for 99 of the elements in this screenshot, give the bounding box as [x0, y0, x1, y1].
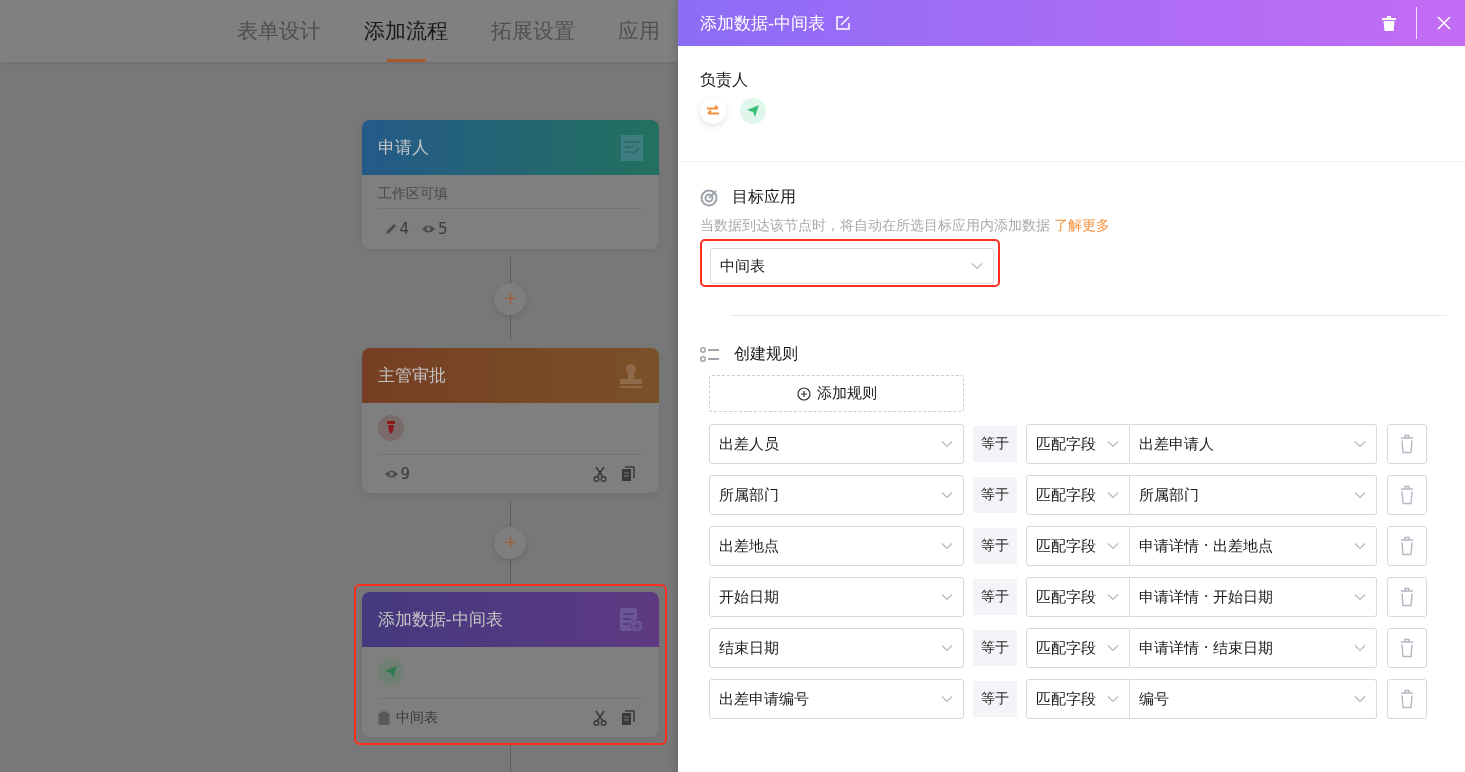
trash-icon[interactable]	[1382, 15, 1396, 31]
field-select[interactable]: 开始日期	[709, 577, 964, 617]
edit-icon[interactable]	[835, 15, 852, 31]
chevron-down-icon	[1354, 440, 1366, 448]
value-select[interactable]: 申请详情 · 出差地点	[1130, 526, 1377, 566]
chevron-down-icon	[1107, 695, 1119, 703]
operator-label: 等于	[973, 477, 1017, 513]
flow-node-card[interactable]: 主管审批 9	[361, 348, 659, 493]
eye-icon	[383, 469, 399, 479]
operator-label: 等于	[973, 426, 1017, 462]
trash-icon	[1400, 434, 1414, 454]
node-title: 主管审批	[377, 364, 446, 387]
value-select[interactable]: 申请详情 · 开始日期	[1130, 577, 1377, 617]
add-node-button[interactable]	[494, 282, 526, 315]
delete-rule-button[interactable]	[1387, 526, 1427, 566]
tie-icon	[385, 421, 396, 435]
chevron-down-icon	[941, 440, 953, 448]
target-table: 中间表	[395, 709, 438, 727]
field-select[interactable]: 结束日期	[709, 628, 964, 668]
trash-icon	[1400, 587, 1414, 607]
list-icon	[700, 346, 720, 363]
value-select[interactable]: 申请详情 · 结束日期	[1130, 628, 1377, 668]
plus-circle-icon	[796, 386, 811, 401]
chevron-down-icon	[1107, 440, 1119, 448]
section-heading: 目标应用	[732, 187, 796, 208]
match-type-select[interactable]: 匹配字段	[1026, 679, 1130, 719]
target-app-select[interactable]: 中间表	[710, 248, 994, 284]
owner-avatar[interactable]	[700, 98, 726, 124]
owner-avatar[interactable]	[740, 98, 766, 124]
match-type-select[interactable]: 匹配字段	[1026, 475, 1130, 515]
section-description: 当数据到达该节点时，将自动在所选目标应用内添加数据	[700, 217, 1050, 233]
add-rule-button[interactable]: 添加规则	[709, 375, 964, 412]
chevron-down-icon	[941, 542, 953, 550]
operator-label: 等于	[973, 630, 1017, 666]
view-count: 5	[438, 220, 448, 238]
delete-rule-button[interactable]	[1387, 424, 1427, 464]
delete-rule-button[interactable]	[1387, 628, 1427, 668]
match-type-select[interactable]: 匹配字段	[1026, 577, 1130, 617]
value-select[interactable]: 所属部门	[1130, 475, 1377, 515]
copy-icon[interactable]	[620, 710, 635, 726]
eye-icon	[421, 224, 437, 234]
add-node-button[interactable]	[494, 526, 526, 559]
form-icon	[620, 134, 643, 161]
copy-icon[interactable]	[620, 466, 635, 482]
field-select[interactable]: 所属部门	[709, 475, 964, 515]
chevron-down-icon	[941, 695, 953, 703]
plus-icon	[504, 537, 516, 548]
chevron-down-icon	[941, 491, 953, 499]
delete-rule-button[interactable]	[1387, 679, 1427, 719]
chevron-down-icon	[1107, 593, 1119, 601]
node-title: 申请人	[377, 136, 429, 159]
target-icon	[700, 188, 718, 207]
chevron-down-icon	[971, 262, 983, 270]
flow-node-card[interactable]: 添加数据-中间表 中间表	[361, 592, 659, 737]
chevron-down-icon	[941, 593, 953, 601]
operator-label: 等于	[973, 528, 1017, 564]
tab[interactable]: 添加流程	[364, 0, 448, 62]
operator-label: 等于	[973, 681, 1017, 717]
trash-icon	[1400, 689, 1414, 709]
close-icon[interactable]	[1437, 16, 1451, 30]
paper-plane-icon	[746, 104, 760, 118]
view-count: 9	[400, 465, 411, 483]
trash-icon	[1400, 638, 1414, 658]
chevron-down-icon	[1107, 491, 1119, 499]
value-select[interactable]: 编号	[1130, 679, 1377, 719]
scissors-icon[interactable]	[592, 710, 607, 726]
stamp-icon	[618, 362, 643, 389]
chevron-down-icon	[1354, 593, 1366, 601]
match-type-select[interactable]: 匹配字段	[1026, 424, 1130, 464]
chevron-down-icon	[1354, 491, 1366, 499]
section-heading: 创建规则	[734, 344, 798, 365]
delete-rule-button[interactable]	[1387, 475, 1427, 515]
trash-icon	[1400, 536, 1414, 556]
chevron-down-icon	[1107, 542, 1119, 550]
chevron-down-icon	[1354, 644, 1366, 652]
match-type-select[interactable]: 匹配字段	[1026, 628, 1130, 668]
chevron-down-icon	[1354, 542, 1366, 550]
match-type-select[interactable]: 匹配字段	[1026, 526, 1130, 566]
field-select[interactable]: 出差地点	[709, 526, 964, 566]
plus-icon	[504, 293, 516, 304]
field-select[interactable]: 出差申请编号	[709, 679, 964, 719]
trash-icon	[1400, 485, 1414, 505]
field-select[interactable]: 出差人员	[709, 424, 964, 464]
paper-plane-icon	[383, 665, 398, 679]
operator-label: 等于	[973, 579, 1017, 615]
table-add-icon	[618, 606, 643, 633]
chevron-down-icon	[1354, 695, 1366, 703]
scissors-icon[interactable]	[592, 466, 607, 482]
clipboard-icon	[377, 711, 390, 725]
chevron-down-icon	[941, 644, 953, 652]
node-title: 添加数据-中间表	[377, 608, 503, 631]
chevron-down-icon	[1107, 644, 1119, 652]
delete-rule-button[interactable]	[1387, 577, 1427, 617]
pencil-icon	[383, 222, 398, 236]
owner-label: 负责人	[700, 70, 749, 91]
edit-count: 4	[399, 220, 410, 238]
swap-icon	[706, 105, 720, 117]
value-select[interactable]: 出差申请人	[1130, 424, 1377, 464]
drawer-title: 添加数据-中间表	[700, 11, 826, 35]
